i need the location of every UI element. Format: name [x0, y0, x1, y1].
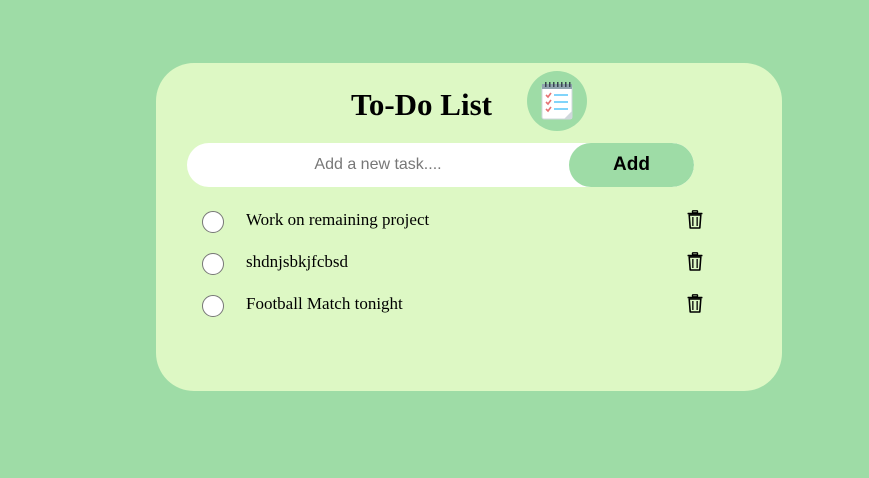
todo-card: To-Do List Add a new task.... Add Work o… — [156, 63, 782, 391]
task-item[interactable]: Work on remaining project — [201, 203, 711, 245]
trash-icon[interactable] — [685, 208, 705, 230]
app-title: To-Do List — [351, 87, 492, 122]
task-list: Work on remaining project shdnjsbkjfcbsd — [201, 203, 711, 329]
add-button[interactable]: Add — [569, 143, 694, 187]
notepad-checklist-icon — [527, 71, 587, 131]
trash-icon[interactable] — [685, 250, 705, 272]
trash-icon[interactable] — [685, 292, 705, 314]
task-checkbox[interactable] — [202, 295, 224, 317]
task-text: Work on remaining project — [246, 210, 430, 229]
task-text: shdnjsbkjfcbsd — [246, 252, 348, 271]
task-input[interactable] — [187, 143, 569, 187]
task-text: Football Match tonight — [246, 294, 403, 313]
task-input-row: Add — [187, 143, 694, 187]
task-item[interactable]: Football Match tonight — [201, 287, 711, 329]
task-checkbox[interactable] — [202, 211, 224, 233]
task-item[interactable]: shdnjsbkjfcbsd — [201, 245, 711, 287]
task-checkbox[interactable] — [202, 253, 224, 275]
